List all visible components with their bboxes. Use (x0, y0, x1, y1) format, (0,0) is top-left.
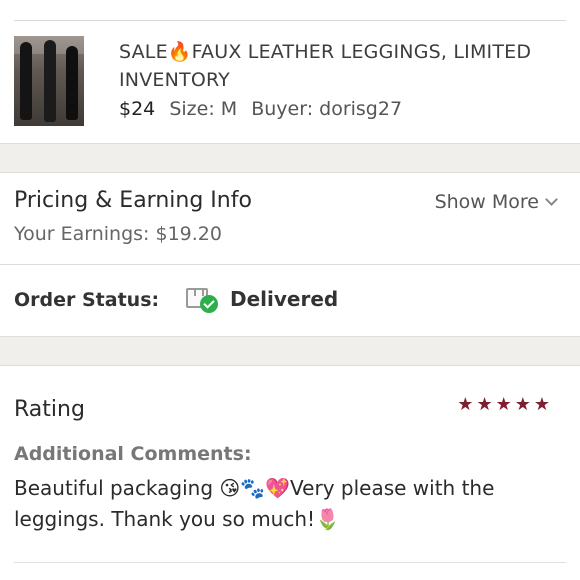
star-rating: ★ ★ ★ ★ ★ (457, 395, 550, 415)
star-icon: ★ (514, 394, 531, 415)
order-status-label: Order Status: (14, 289, 160, 311)
pricing-section: Pricing & Earning Info Your Earnings: $1… (0, 174, 580, 264)
order-item-card[interactable]: SALE🔥FAUX LEATHER LEGGINGS, LIMITED INVE… (0, 21, 580, 143)
bottom-divider (14, 562, 566, 563)
additional-comments-label: Additional Comments: (14, 443, 252, 465)
rating-title: Rating (14, 397, 85, 422)
chevron-down-icon (545, 193, 558, 206)
star-icon: ★ (533, 394, 550, 415)
rating-section: Rating ★ ★ ★ ★ ★ Additional Comments: Beauti… (0, 367, 580, 567)
product-price: $24 (119, 98, 156, 120)
order-status-value: Delivered (230, 287, 339, 311)
show-more-button[interactable]: Show More (434, 191, 558, 213)
section-separator (0, 336, 580, 366)
star-icon: ★ (457, 394, 474, 415)
package-delivered-icon (186, 284, 220, 313)
product-size: Size: M (169, 98, 238, 120)
pricing-title: Pricing & Earning Info (14, 188, 252, 213)
order-status-row: Order Status: Delivered (0, 265, 580, 335)
star-icon: ★ (495, 394, 512, 415)
product-thumbnail[interactable] (14, 36, 84, 126)
product-meta: $24 Size: M Buyer: dorisg27 (119, 98, 402, 120)
star-icon: ★ (476, 394, 493, 415)
your-earnings: Your Earnings: $19.20 (14, 223, 222, 245)
section-separator (0, 143, 580, 173)
additional-comments-text: Beautiful packaging 😘🐾💖Very please with … (14, 476, 495, 531)
buyer-name[interactable]: Buyer: dorisg27 (251, 98, 402, 120)
product-title[interactable]: SALE🔥FAUX LEATHER LEGGINGS, LIMITED INVE… (119, 38, 539, 94)
show-more-label: Show More (434, 191, 539, 213)
